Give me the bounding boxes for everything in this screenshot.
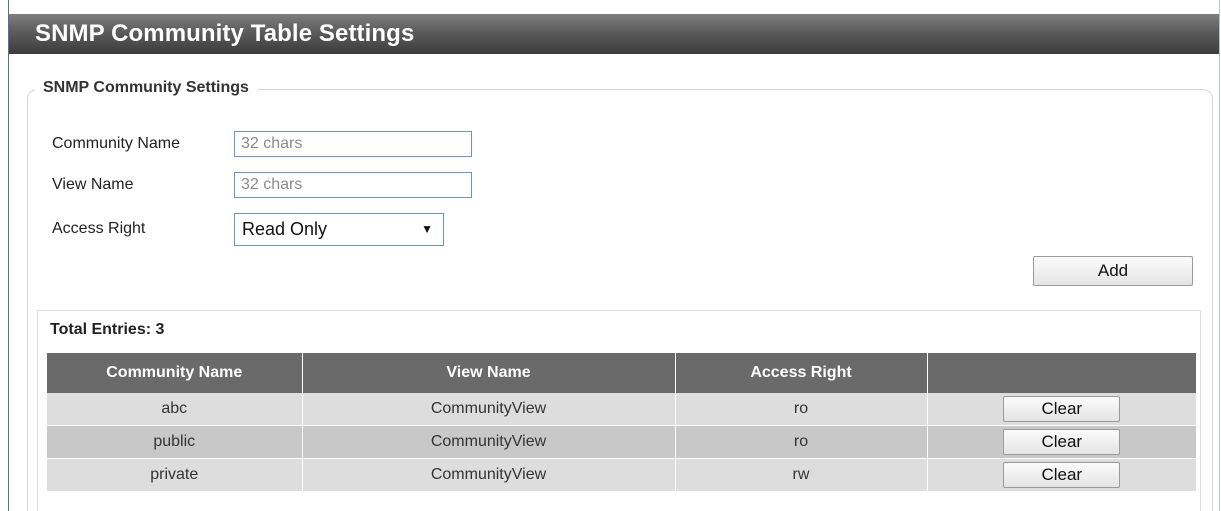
cell-access-right: ro <box>675 425 928 459</box>
header-view-name: View Name <box>302 353 676 393</box>
triangle-down-icon: ▼ <box>421 222 433 236</box>
settings-legend: SNMP Community Settings <box>35 78 258 98</box>
page-title: SNMP Community Table Settings <box>9 14 1219 54</box>
cell-community-name: abc <box>47 393 303 426</box>
access-right-select[interactable]: Read Only ▼ <box>234 213 444 246</box>
cell-view-name: CommunityView <box>302 393 676 426</box>
cell-view-name: CommunityView <box>302 458 676 492</box>
clear-button[interactable]: Clear <box>1003 429 1121 455</box>
header-access-right: Access Right <box>675 353 928 393</box>
total-entries-label: Total Entries: 3 <box>50 321 165 338</box>
cell-community-name: private <box>47 458 303 492</box>
community-name-label: Community Name <box>52 135 181 152</box>
header-action <box>927 353 1196 393</box>
table-row: private CommunityView rw Clear <box>47 458 1196 492</box>
table-row: abc CommunityView ro Clear <box>47 393 1196 426</box>
table-header-row: Community Name View Name Access Right <box>47 353 1196 393</box>
community-name-input[interactable] <box>234 131 472 157</box>
cell-access-right: ro <box>675 393 928 426</box>
table-row: public CommunityView ro Clear <box>47 425 1196 459</box>
cell-action: Clear <box>927 393 1196 426</box>
access-right-label: Access Right <box>52 220 146 237</box>
cell-action: Clear <box>927 458 1196 492</box>
clear-button[interactable]: Clear <box>1003 396 1121 422</box>
cell-community-name: public <box>47 425 303 459</box>
view-name-label: View Name <box>52 176 134 193</box>
add-button[interactable]: Add <box>1033 256 1193 286</box>
cell-access-right: rw <box>675 458 928 492</box>
clear-button[interactable]: Clear <box>1003 462 1121 488</box>
access-right-selected-value: Read Only <box>242 219 328 239</box>
cell-action: Clear <box>927 425 1196 459</box>
header-community-name: Community Name <box>47 353 303 393</box>
cell-view-name: CommunityView <box>302 425 676 459</box>
community-table: Community Name View Name Access Right ab… <box>47 353 1196 492</box>
view-name-input[interactable] <box>234 172 472 198</box>
